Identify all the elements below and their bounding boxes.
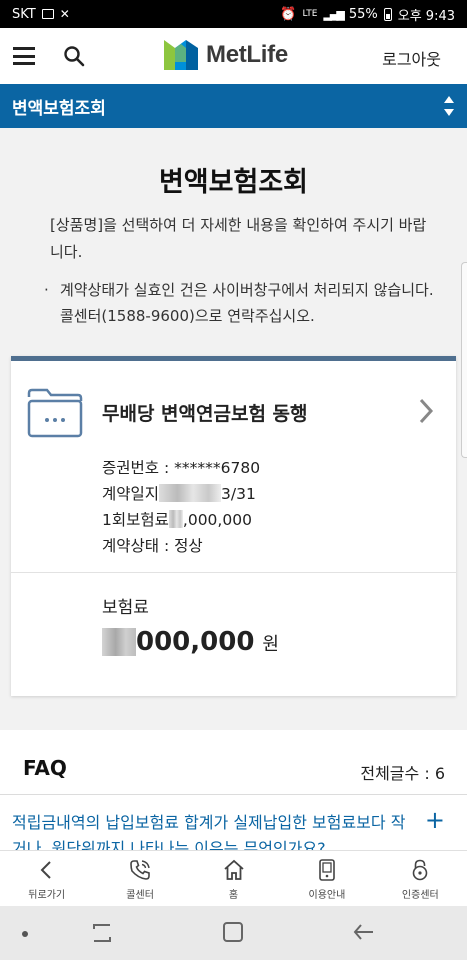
contract-date-row: 계약일지 3/31 [102, 484, 256, 503]
app-header: MetLife 로그아웃 [0, 28, 467, 84]
folder-icon [27, 388, 83, 438]
faq-section: FAQ 전체글수 : 6 적립금내역의 납입보험료 합계가 실제납입한 보험료보… [0, 730, 467, 860]
nav-auth[interactable]: 인증센터 [374, 851, 467, 906]
product-name[interactable]: 무배당 변액연금보험 동행 [102, 399, 308, 426]
faq-count: 전체글수 : 6 [360, 764, 445, 783]
lock-icon [413, 859, 428, 881]
chevron-right-icon[interactable] [418, 397, 434, 425]
phone-icon [130, 860, 150, 880]
guide-icon [319, 859, 335, 881]
network-label: LTE [302, 9, 318, 19]
back-button-icon[interactable] [352, 921, 376, 943]
logout-button[interactable]: 로그아웃 [382, 46, 441, 70]
gallery-notification-icon [41, 9, 54, 19]
blurred-region [168, 510, 183, 528]
section-selector-label: 변액보험조회 [12, 98, 106, 119]
premium-value: 000,000 [136, 627, 255, 657]
status-row: 계약상태 : 정상 [102, 537, 203, 555]
scroll-indicator[interactable] [461, 262, 467, 458]
nav-back[interactable]: 뒤로가기 [0, 851, 93, 906]
page-description: [상품명]을 선택하여 더 자세한 내용을 확인하여 주시기 바랍니다. [50, 216, 427, 261]
first-premium-row: 1회보험료 ,000,000 [102, 510, 252, 529]
page-title: 변액보험조회 [158, 167, 309, 198]
faq-title: FAQ [23, 756, 67, 780]
nav-dot-icon[interactable] [22, 931, 28, 937]
blurred-region [159, 484, 222, 502]
recents-icon[interactable] [90, 922, 114, 944]
contract-date: 3/31 [221, 485, 256, 503]
metlife-logo-mark-icon [164, 40, 198, 70]
alarm-icon: ⏰ [280, 6, 297, 22]
premium-label: 보험료 [102, 598, 149, 618]
first-premium: ,000,000 [182, 511, 252, 529]
battery-percent: 55% [348, 6, 378, 22]
home-icon [223, 859, 244, 880]
android-nav-bar [0, 906, 467, 960]
sync-icon: ✕ [59, 7, 70, 21]
nav-callcenter[interactable]: 콜센터 [93, 851, 186, 906]
premium-amount: 000,000 원 [102, 627, 279, 657]
nav-guide[interactable]: 이용안내 [280, 851, 373, 906]
signal-icon: ▂▄▆ [323, 7, 344, 21]
nav-home[interactable]: 홈 [187, 851, 280, 906]
hamburger-menu-icon[interactable] [13, 47, 35, 65]
faq-divider [0, 794, 467, 795]
notice-text: 계약상태가 실효인 건은 사이버창구에서 처리되지 않습니다. 콜센터(1588… [60, 281, 434, 325]
status-bar: SKT ✕ ⏰ LTE ▂▄▆ 55% 오후 9:43 [0, 0, 467, 28]
up-down-arrows-icon [444, 96, 454, 116]
back-arrow-icon [40, 861, 51, 879]
search-icon[interactable] [63, 45, 85, 67]
blurred-region [102, 628, 136, 656]
home-button-icon[interactable] [222, 921, 244, 943]
status-badge: 정상 [174, 537, 203, 555]
bottom-nav: 뒤로가기 콜센터 홈 이용안내 인증센터 [0, 850, 467, 906]
card-divider [11, 572, 456, 573]
clock: 오후 9:43 [397, 8, 455, 24]
section-selector[interactable]: 변액보험조회 [0, 84, 467, 128]
carrier-label: SKT [12, 6, 36, 22]
contract-details: 증권번호 : ******6780 계약일지 3/31 1회보험료 ,000,000… [102, 455, 260, 559]
logo-text: MetLife [206, 41, 288, 68]
metlife-logo[interactable]: MetLife [164, 40, 288, 70]
expand-plus-icon[interactable]: + [425, 806, 445, 834]
cert-number-row: 증권번호 : ******6780 [102, 459, 261, 477]
contract-card[interactable]: 무배당 변액연금보험 동행 증권번호 : ******6780 계약일지 3/31… [11, 356, 456, 696]
cert-number: ******6780 [174, 459, 261, 477]
notice: · 계약상태가 실효인 건은 사이버창구에서 처리되지 않습니다. 콜센터(15… [44, 277, 434, 329]
notice-bullet: · [44, 281, 49, 299]
battery-icon [383, 7, 392, 21]
premium-unit: 원 [262, 634, 279, 655]
